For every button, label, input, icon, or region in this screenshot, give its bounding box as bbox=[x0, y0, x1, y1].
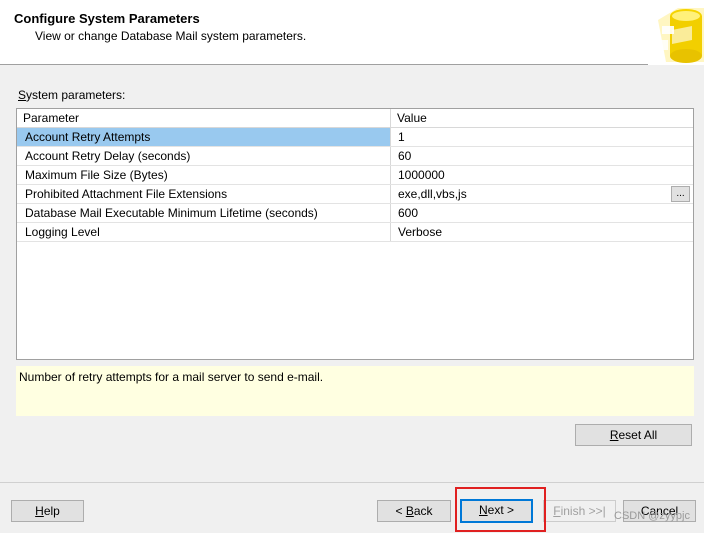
reset-all-button[interactable]: Reset All bbox=[575, 424, 692, 446]
button-label: eset All bbox=[618, 428, 658, 442]
parameter-value[interactable]: Verbose bbox=[391, 223, 693, 241]
parameter-value[interactable]: 1000000 bbox=[391, 166, 693, 184]
grid-row-prohibited-extensions[interactable]: Prohibited Attachment File Extensions ex… bbox=[17, 185, 693, 204]
grid-row-account-retry-delay[interactable]: Account Retry Delay (seconds) 60 bbox=[17, 147, 693, 166]
footer-separator bbox=[0, 482, 704, 483]
parameter-name[interactable]: Prohibited Attachment File Extensions bbox=[17, 185, 390, 203]
grid-row-executable-minimum-lifetime[interactable]: Database Mail Executable Minimum Lifetim… bbox=[17, 204, 693, 223]
watermark: CSDN @zyypjc bbox=[614, 510, 690, 522]
parameter-value[interactable]: 60 bbox=[391, 147, 693, 165]
ellipsis-button[interactable]: ... bbox=[671, 186, 690, 202]
column-header-parameter: Parameter bbox=[23, 111, 80, 125]
highlight-annotation bbox=[455, 487, 546, 532]
parameter-value[interactable]: 600 bbox=[391, 204, 693, 222]
system-parameters-label: System parameters: bbox=[18, 88, 125, 102]
parameter-name[interactable]: Database Mail Executable Minimum Lifetim… bbox=[17, 204, 390, 222]
label-mnemonic: S bbox=[18, 88, 27, 102]
parameter-value-text: exe,dll,vbs,js bbox=[398, 187, 467, 201]
parameters-grid[interactable]: Parameter Value Account Retry Attempts 1… bbox=[16, 108, 694, 360]
help-button[interactable]: Help bbox=[11, 500, 84, 522]
parameter-name[interactable]: Maximum File Size (Bytes) bbox=[17, 166, 390, 184]
page-title: Configure System Parameters bbox=[14, 11, 200, 26]
grid-header: Parameter Value bbox=[17, 109, 693, 128]
button-mnemonic: H bbox=[35, 504, 44, 518]
parameter-name[interactable]: Account Retry Attempts bbox=[17, 128, 390, 146]
button-mnemonic: F bbox=[553, 504, 561, 518]
button-label: ack bbox=[413, 504, 433, 518]
parameter-value[interactable]: exe,dll,vbs,js ... bbox=[391, 185, 693, 203]
grid-row-account-retry-attempts[interactable]: Account Retry Attempts 1 bbox=[17, 128, 693, 147]
page-subtitle: View or change Database Mail system para… bbox=[35, 29, 307, 43]
button-prefix: < bbox=[395, 504, 406, 518]
database-icon bbox=[648, 0, 704, 65]
grid-row-logging-level[interactable]: Logging Level Verbose bbox=[17, 223, 693, 242]
parameter-name[interactable]: Logging Level bbox=[17, 223, 390, 241]
wizard-header: Configure System Parameters View or chan… bbox=[0, 0, 704, 65]
button-label: elp bbox=[43, 504, 60, 518]
button-label: inish >>| bbox=[560, 504, 606, 518]
label-text: ystem parameters: bbox=[26, 88, 126, 102]
button-mnemonic: B bbox=[405, 504, 414, 518]
parameter-value[interactable]: 1 bbox=[391, 128, 693, 146]
parameter-name[interactable]: Account Retry Delay (seconds) bbox=[17, 147, 390, 165]
parameter-description: Number of retry attempts for a mail serv… bbox=[16, 366, 694, 416]
column-header-value: Value bbox=[397, 111, 427, 125]
finish-button[interactable]: Finish >>| bbox=[543, 500, 616, 522]
grid-row-maximum-file-size[interactable]: Maximum File Size (Bytes) 1000000 bbox=[17, 166, 693, 185]
back-button[interactable]: < Back bbox=[377, 500, 451, 522]
